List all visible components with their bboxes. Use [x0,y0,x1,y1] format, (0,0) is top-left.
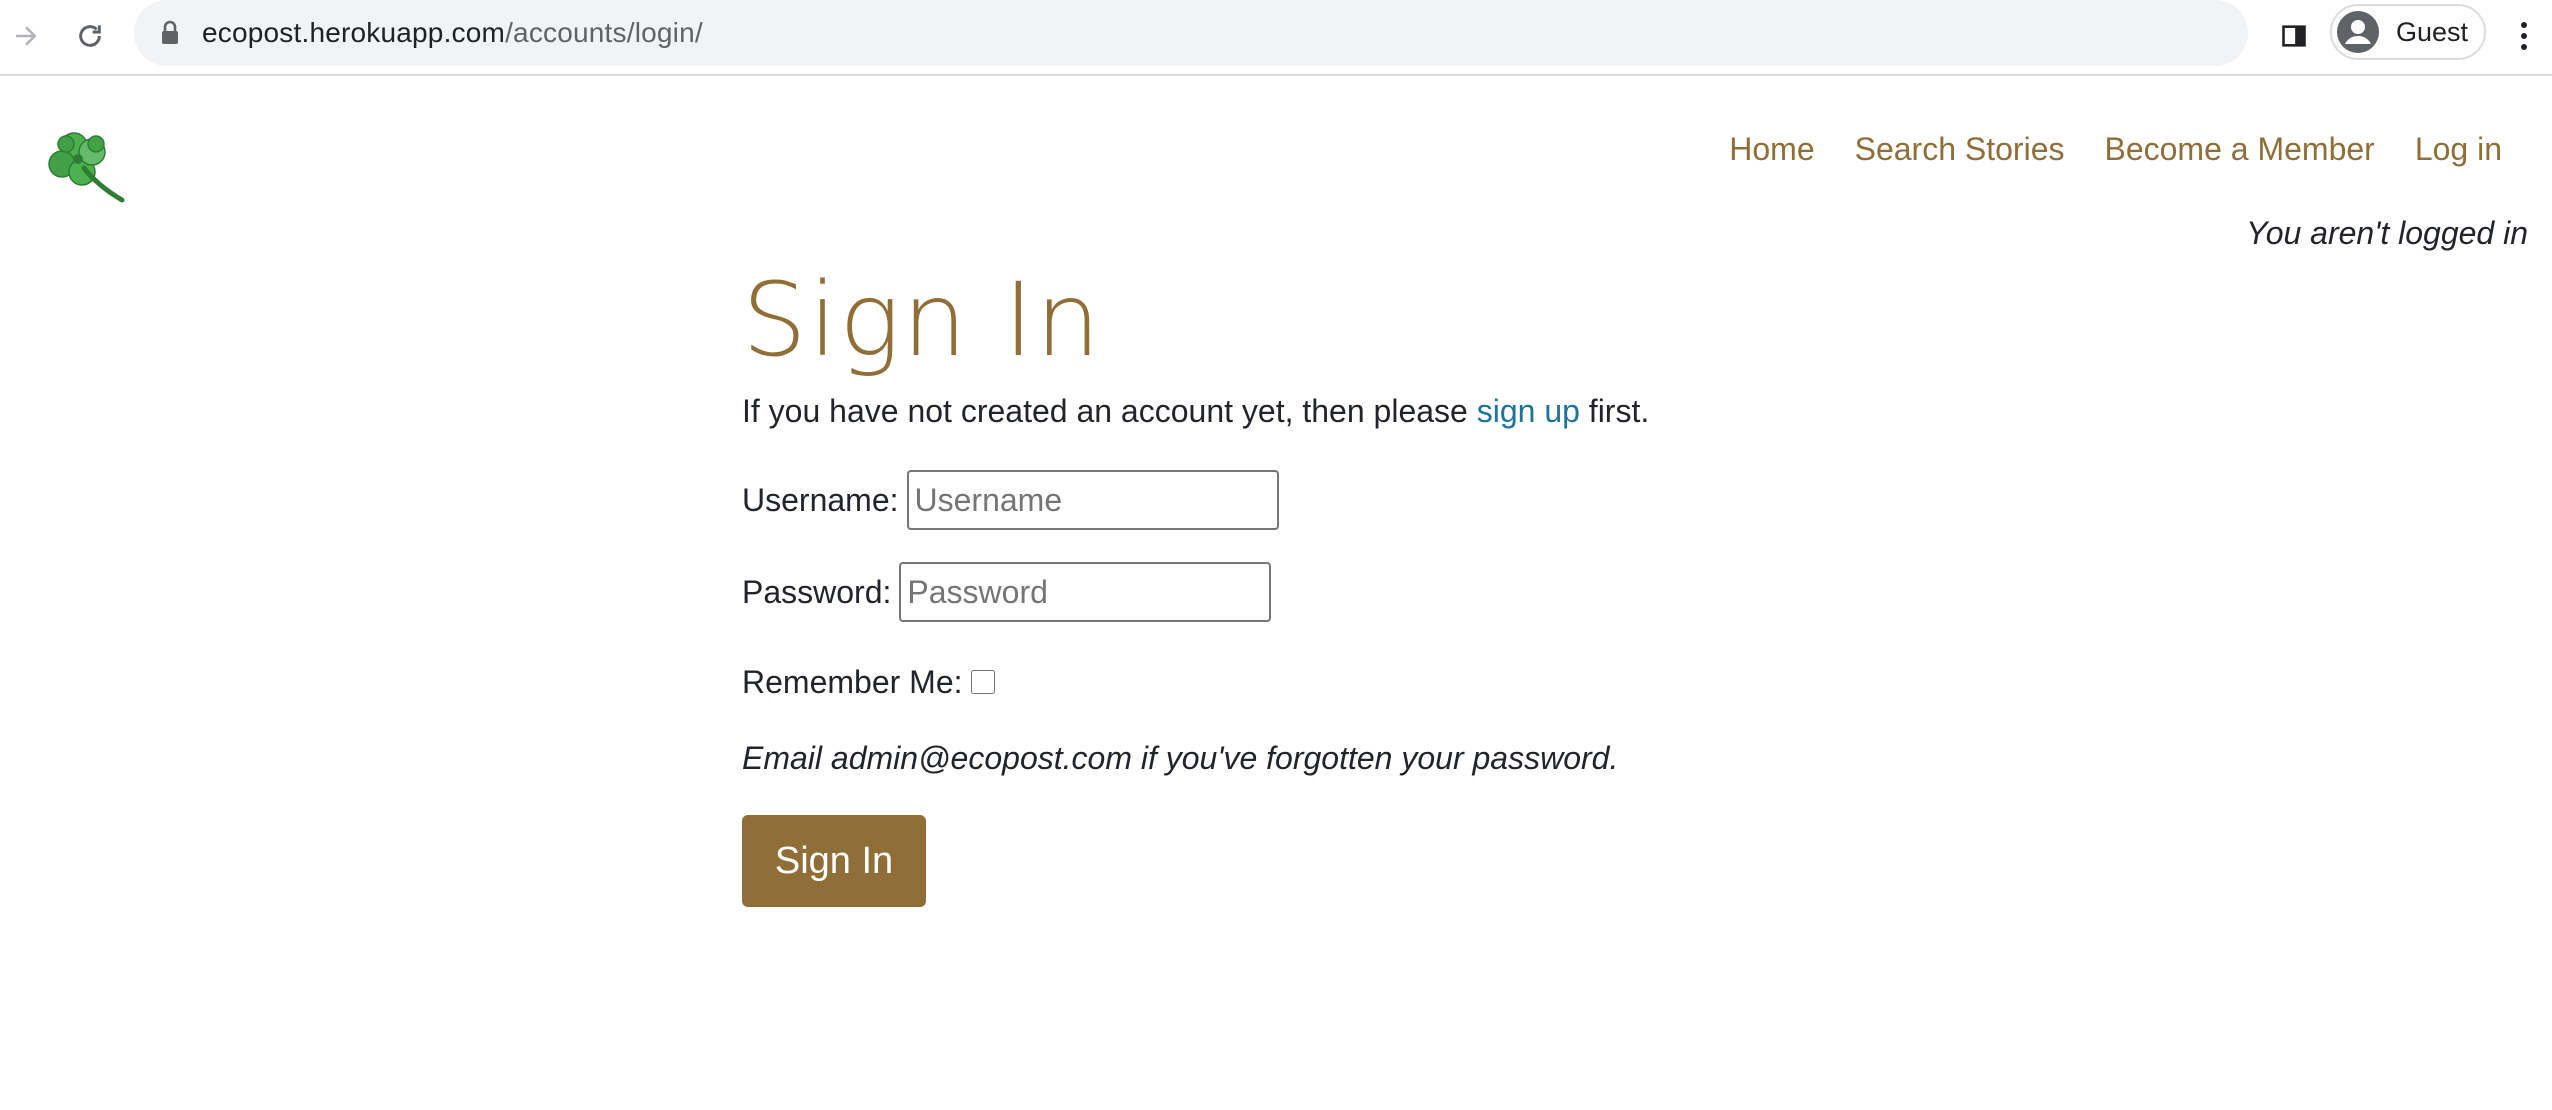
username-row: Username: [742,470,1279,530]
remember-row: Remember Me: [742,654,995,710]
nav-home[interactable]: Home [1709,131,1834,168]
signup-prompt: If you have not created an account yet, … [742,393,1649,430]
account-circle-icon [2337,11,2379,53]
password-row: Password: [742,562,1272,622]
username-label: Username: [742,481,899,518]
main-navigation: Home Search Stories Become a Member Log … [1709,124,2552,174]
url-host: ecopost.herokuapp.com [202,17,506,48]
nav-become-member[interactable]: Become a Member [2084,131,2394,168]
address-bar[interactable]: ecopost.herokuapp.com/accounts/login/ [134,0,2248,66]
username-input[interactable] [906,470,1279,530]
signup-prompt-text: If you have not created an account yet, … [742,393,1468,429]
url-text[interactable]: ecopost.herokuapp.com/accounts/login/ [202,16,703,50]
reload-icon [79,25,101,47]
reload-button[interactable] [68,14,112,58]
site-logo[interactable] [48,124,130,206]
browser-menu-button[interactable] [2504,14,2544,58]
signup-link[interactable]: sign up [1477,393,1580,429]
remember-label: Remember Me: [742,663,963,700]
remember-checkbox[interactable] [970,670,995,694]
sign-in-button[interactable]: Sign In [742,815,926,907]
forgot-password-note: Email admin@ecopost.com if you've forgot… [742,740,1619,776]
forward-button[interactable] [4,14,48,58]
kebab-menu-icon [2521,22,2527,50]
side-panel-icon [2282,25,2306,47]
lock-icon [162,20,178,44]
nav-log-in[interactable]: Log in [2395,131,2552,168]
sign-in-section: Sign In If you have not created an accou… [742,261,1842,907]
profile-name: Guest [2396,16,2469,47]
forward-arrow-icon [16,26,37,46]
four-leaf-clover-icon [48,132,125,203]
side-panel-button[interactable] [2272,14,2316,58]
password-label: Password: [742,573,892,610]
signup-prompt-suffix: first. [1588,393,1650,429]
browser-toolbar: ecopost.herokuapp.com/accounts/login/ Gu… [0,0,2552,76]
password-input[interactable] [899,562,1272,622]
nav-search-stories[interactable]: Search Stories [1835,131,2085,168]
url-path: /accounts/login/ [505,17,703,48]
profile-button[interactable]: Guest [2330,4,2486,60]
login-status: You aren't logged in [2246,215,2528,251]
page-title: Sign In [742,261,1103,380]
